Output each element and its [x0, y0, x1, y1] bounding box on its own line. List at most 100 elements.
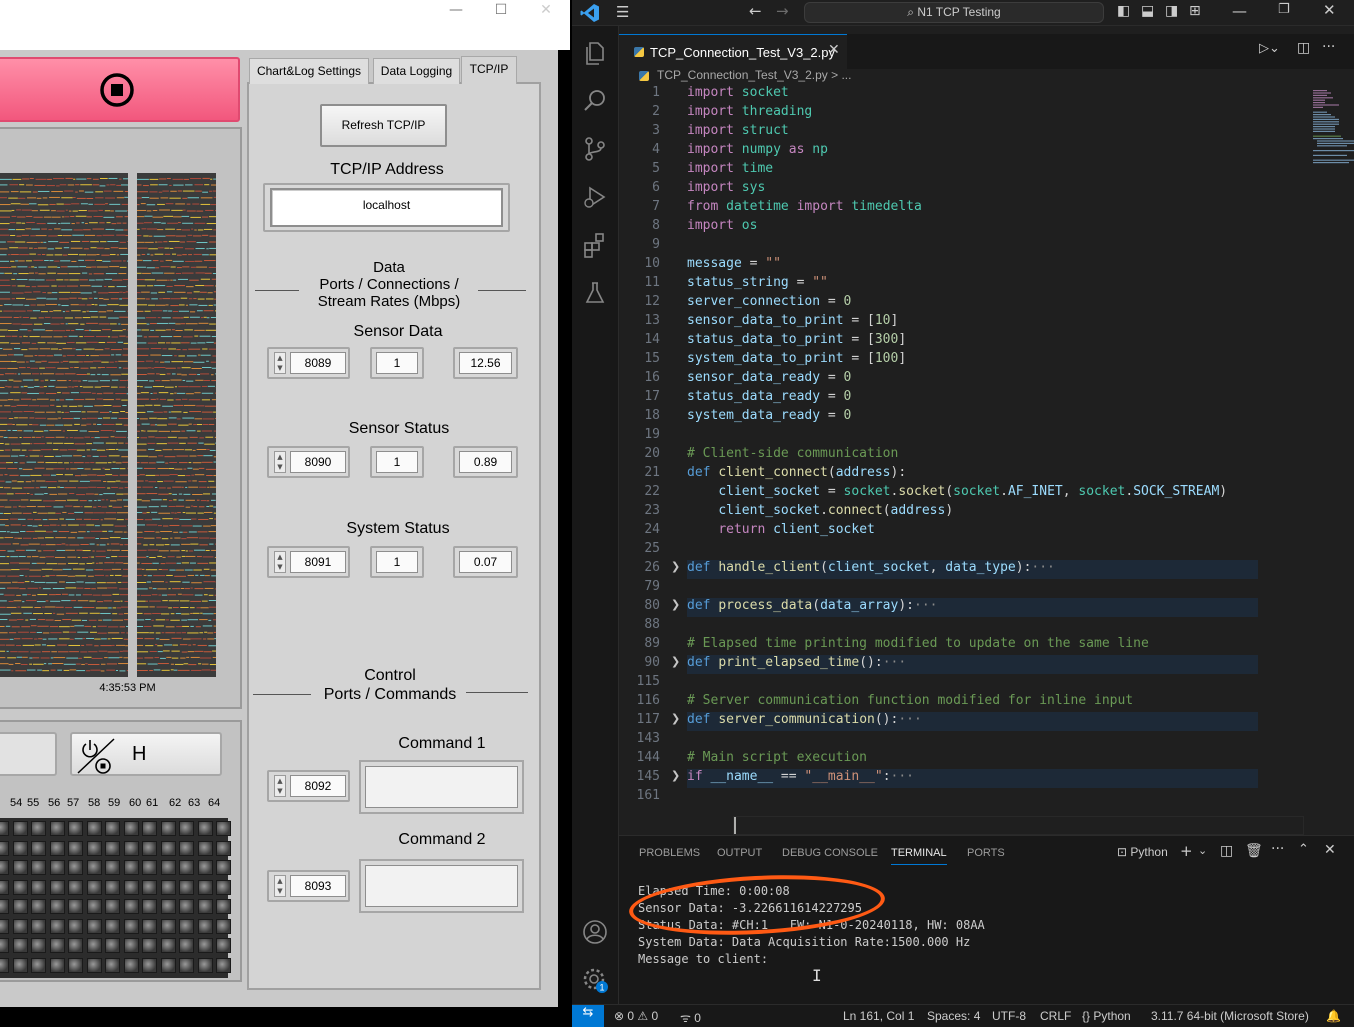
fold-chevron-icon[interactable]: ❯ — [671, 655, 680, 668]
channel-led[interactable] — [105, 899, 120, 914]
code-line[interactable]: 10 message = "" — [619, 256, 1354, 275]
toggle-sidebar-icon[interactable]: ◧ — [1117, 3, 1130, 19]
channel-led[interactable] — [49, 879, 65, 895]
channel-led[interactable] — [179, 840, 194, 856]
split-editor-icon[interactable]: ◫ — [1297, 40, 1310, 56]
tab-close-icon[interactable]: ✕ — [828, 42, 840, 58]
channel-led[interactable] — [160, 879, 176, 895]
source-control-icon[interactable] — [581, 135, 609, 163]
command1-port[interactable]: 8092 — [290, 775, 346, 797]
command1-input[interactable] — [365, 766, 518, 808]
channel-led[interactable] — [216, 860, 231, 875]
channel-led[interactable] — [31, 860, 46, 875]
code-line[interactable]: 116 # Server communication function modif… — [619, 693, 1354, 712]
channel-button[interactable] — [0, 732, 57, 776]
code-line[interactable]: 89 # Elapsed time printing modified to up… — [619, 636, 1354, 655]
channel-led[interactable] — [160, 957, 176, 973]
close-button[interactable]: ✕ — [531, 2, 561, 22]
code-line[interactable]: ❯ 117 def server_communication():··· — [619, 712, 1354, 731]
minimap[interactable] — [1311, 88, 1354, 188]
line-ending[interactable]: CRLF — [1040, 1009, 1071, 1023]
forward-arrow-icon[interactable]: → — [776, 2, 789, 20]
channel-led[interactable] — [0, 918, 9, 934]
channel-led[interactable] — [0, 879, 9, 895]
channel-led[interactable] — [142, 860, 157, 875]
code-line[interactable]: ❯ 80 def process_data(data_array):··· — [619, 598, 1354, 617]
code-line[interactable]: 143 — [619, 731, 1354, 750]
back-arrow-icon[interactable]: ← — [749, 2, 762, 20]
h-toggle-button[interactable]: H — [70, 732, 222, 776]
spin-arrows-icon[interactable]: ▲ ▼ — [274, 352, 286, 374]
channel-led[interactable] — [12, 918, 28, 934]
channel-led[interactable] — [0, 938, 9, 953]
remote-indicator-icon[interactable]: ⇆ — [572, 1005, 604, 1027]
channel-led[interactable] — [123, 899, 139, 914]
channel-led[interactable] — [216, 821, 231, 836]
sensor-status-port[interactable]: 8090 — [290, 451, 346, 473]
channel-led[interactable] — [68, 840, 83, 856]
code-line[interactable]: 19 — [619, 427, 1354, 446]
code-line[interactable]: 115 — [619, 674, 1354, 693]
new-terminal-icon[interactable]: + — [1180, 842, 1193, 860]
settings-gear-icon[interactable]: 1 — [581, 966, 609, 994]
channel-led[interactable] — [105, 918, 120, 934]
channel-led[interactable] — [31, 918, 46, 934]
channel-led[interactable] — [160, 899, 176, 914]
code-line[interactable]: 14 status_data_to_print = [300] — [619, 332, 1354, 351]
close-panel-icon[interactable]: ✕ — [1324, 842, 1336, 858]
channel-led[interactable] — [197, 918, 213, 934]
code-line[interactable]: 9 — [619, 237, 1354, 256]
channel-led[interactable] — [179, 957, 194, 973]
code-line[interactable]: 13 sensor_data_to_print = [10] — [619, 313, 1354, 332]
channel-led[interactable] — [179, 821, 194, 836]
code-line[interactable]: 24 return client_socket — [619, 522, 1354, 541]
code-line[interactable]: 25 — [619, 541, 1354, 560]
tab-tcp-ip[interactable]: TCP/IP — [461, 56, 517, 84]
channel-led[interactable] — [160, 840, 176, 856]
channel-led[interactable] — [86, 918, 102, 934]
code-line[interactable]: 11 status_string = "" — [619, 275, 1354, 294]
command-center-search[interactable]: ⌕ N1 TCP Testing — [804, 2, 1104, 23]
channel-led[interactable] — [197, 957, 213, 973]
code-line[interactable]: 3 import struct — [619, 123, 1354, 142]
restore-icon[interactable]: ❐ — [1278, 2, 1290, 17]
tab-output[interactable]: OUTPUT — [717, 847, 762, 859]
channel-led[interactable] — [31, 879, 46, 895]
code-line[interactable]: ❯ 90 def print_elapsed_time():··· — [619, 655, 1354, 674]
refresh-tcp-ip-button[interactable]: Refresh TCP/IP — [320, 104, 447, 147]
channel-led[interactable] — [123, 938, 139, 953]
channel-led[interactable] — [0, 957, 9, 973]
channel-led[interactable] — [68, 860, 83, 875]
code-line[interactable]: 144 # Main script execution — [619, 750, 1354, 769]
channel-led[interactable] — [123, 879, 139, 895]
code-line[interactable]: 7 from datetime import timedelta — [619, 199, 1354, 218]
channel-led[interactable] — [197, 899, 213, 914]
channel-led[interactable] — [179, 899, 194, 914]
menu-icon[interactable]: ☰ — [616, 3, 629, 21]
fold-chevron-icon[interactable]: ❯ — [671, 598, 680, 611]
problems-indicator[interactable]: ⊗ 0 ⚠ 0 — [614, 1009, 658, 1023]
tab-debug-console[interactable]: DEBUG CONSOLE — [782, 847, 878, 859]
code-line[interactable]: 22 client_socket = socket.socket(socket.… — [619, 484, 1354, 503]
minimize-button[interactable]: — — [441, 2, 471, 22]
code-line[interactable]: 161 — [619, 788, 1354, 807]
channel-led[interactable] — [179, 938, 194, 953]
spin-arrows-icon[interactable]: ▲ ▼ — [274, 775, 286, 797]
channel-led[interactable] — [86, 860, 102, 875]
tab-problems[interactable]: PROBLEMS — [639, 847, 700, 859]
python-interpreter[interactable]: 3.11.7 64-bit (Microsoft Store) — [1151, 1009, 1309, 1023]
notifications-bell-icon[interactable]: 🔔 — [1326, 1009, 1341, 1023]
run-debug-icon[interactable] — [581, 183, 609, 211]
split-terminal-icon[interactable]: ◫ — [1220, 843, 1233, 859]
channel-led[interactable] — [105, 957, 120, 973]
code-line[interactable]: 79 — [619, 579, 1354, 598]
channel-led[interactable] — [142, 879, 157, 895]
channel-led[interactable] — [86, 899, 102, 914]
system-status-port[interactable]: 8091 — [290, 551, 346, 573]
channel-led[interactable] — [216, 957, 231, 973]
channel-led[interactable] — [123, 918, 139, 934]
channel-led[interactable] — [197, 840, 213, 856]
channel-led[interactable] — [179, 860, 194, 875]
fold-chevron-icon[interactable]: ❯ — [671, 712, 680, 725]
channel-led[interactable] — [216, 840, 231, 856]
